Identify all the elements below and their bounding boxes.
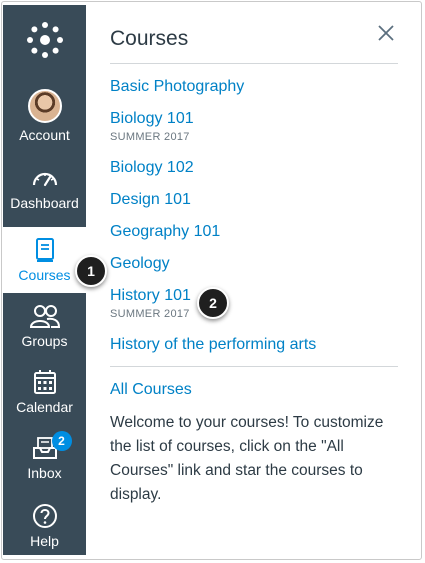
calendar-icon [33,370,56,394]
divider [110,366,398,367]
unread-badge: 2 [51,431,72,451]
welcome-text: Welcome to your courses! To customize th… [110,414,384,503]
avatar [27,89,62,123]
nav-item-label: Account [19,127,70,143]
tray-title: Courses [110,27,189,50]
groups-icon [29,305,60,328]
dashboard-icon [32,172,57,187]
nav-item-calendar[interactable]: Calendar [3,369,86,425]
course-link[interactable]: Geography 101 [110,223,220,241]
course-link[interactable]: Biology 102 [110,159,194,177]
course-term: SUMMER 2017 [110,308,190,320]
nav-item-help[interactable]: Help [3,503,86,555]
divider [110,63,398,64]
course-link[interactable]: History of the performing arts [110,336,316,354]
course-term: SUMMER 2017 [110,131,190,143]
canvas-logo-icon [26,22,63,58]
courses-icon [35,238,54,262]
all-courses-link[interactable]: All Courses [110,381,192,399]
nav-item-label: Inbox [27,465,62,481]
nav-item-label: Courses [18,267,71,283]
courses-tray: Courses Basic Photography Biology 101 SU… [86,5,420,555]
course-link[interactable]: Geology [110,255,170,273]
help-icon [32,504,57,528]
close-icon [378,25,394,41]
close-button[interactable] [376,23,396,43]
nav-item-groups[interactable]: Groups [3,303,86,357]
global-navigation: Account Dashboard Courses Groups Calenda… [3,5,86,555]
callout-marker: 1 [75,255,107,287]
nav-item-label: Groups [21,333,68,349]
nav-item-courses[interactable]: Courses [3,227,86,293]
nav-item-dashboard[interactable]: Dashboard [3,165,86,223]
nav-item-label: Calendar [16,399,73,415]
course-link[interactable]: Biology 101 [110,110,194,128]
nav-item-label: Dashboard [10,195,79,211]
course-link[interactable]: History 101 [110,287,191,305]
canvas-logo[interactable] [3,19,86,69]
nav-item-label: Help [30,533,59,549]
nav-item-inbox[interactable]: 2 Inbox [3,431,86,491]
callout-marker: 2 [197,287,229,319]
course-link[interactable]: Basic Photography [110,78,244,96]
course-link[interactable]: Design 101 [110,191,191,209]
nav-item-account[interactable]: Account [3,89,86,154]
